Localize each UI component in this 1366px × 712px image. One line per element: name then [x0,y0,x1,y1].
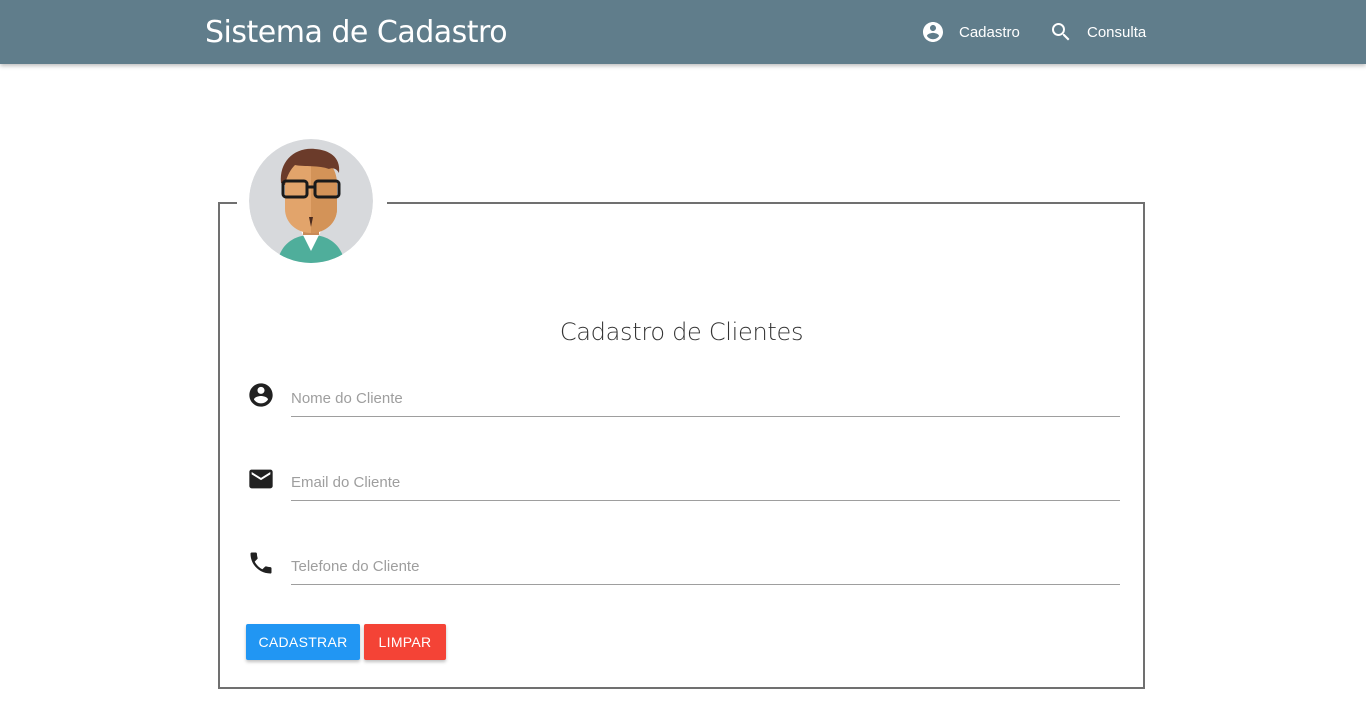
nav-item-cadastro-label: Cadastro [959,23,1020,41]
app-brand-title[interactable]: Sistema de Cadastro [205,14,508,52]
account-circle-icon [921,20,945,44]
form-title: Cadastro de Clientes [559,318,804,346]
email-icon [247,465,275,493]
telefone-cliente-field[interactable] [291,549,1120,585]
phone-icon [247,549,275,577]
avatar [249,139,373,263]
nav-item-consulta-label: Consulta [1087,23,1147,41]
limpar-button[interactable]: Limpar [364,624,446,660]
cadastrar-button[interactable]: Cadastrar [246,624,360,660]
search-icon [1049,20,1073,44]
nav-item-cadastro[interactable]: Cadastro [921,18,1020,46]
account-circle-icon [247,381,275,409]
nav-item-consulta[interactable]: Consulta [1049,18,1146,46]
form-card [218,200,1145,689]
email-cliente-field[interactable] [291,465,1120,501]
top-navbar: Sistema de Cadastro Cadastro Consulta [0,0,1366,64]
nome-cliente-field[interactable] [291,381,1120,417]
